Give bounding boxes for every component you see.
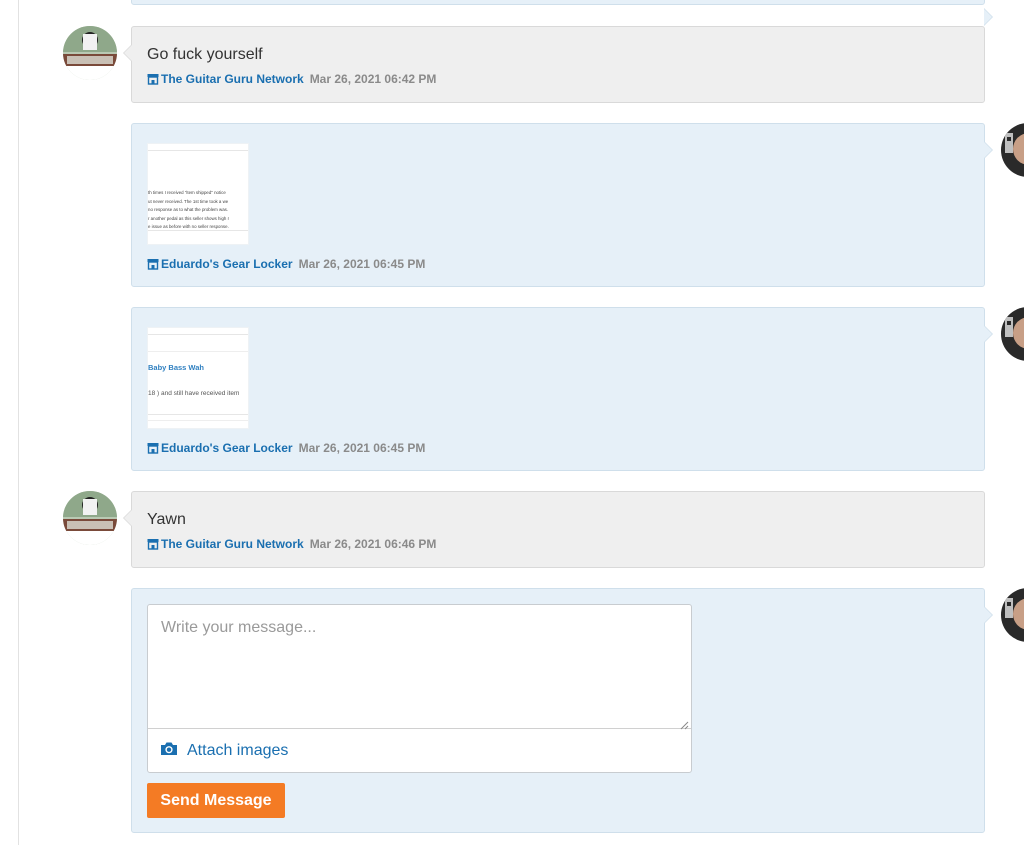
message-bubble-sent: Baby Bass Wah 18 ) and still have receiv… <box>131 307 993 471</box>
sender-link[interactable]: Eduardo's Gear Locker <box>161 257 293 271</box>
message-timestamp: Mar 26, 2021 06:45 PM <box>298 257 426 271</box>
message-text: Yawn <box>147 511 186 528</box>
message-bubble-received: Yawn The Guitar Guru Network Mar 26, 2021… <box>123 491 985 568</box>
message-meta: Eduardo's Gear Locker Mar 26, 2021 06:45 … <box>147 441 425 457</box>
message-text: Go fuck yourself <box>147 46 263 63</box>
seller-avatar[interactable] <box>63 491 117 545</box>
store-icon <box>147 258 159 273</box>
message-bubble-received: Go fuck yourself The Guitar Guru Network… <box>123 26 985 103</box>
sender-link[interactable]: The Guitar Guru Network <box>161 537 304 551</box>
send-message-button[interactable]: Send Message <box>147 783 285 818</box>
attachment-line: no response as to what the problem was. <box>148 207 229 213</box>
attachment-title: Baby Bass Wah <box>148 363 204 372</box>
message-timestamp: Mar 26, 2021 06:42 PM <box>309 72 437 86</box>
message-meta: The Guitar Guru Network Mar 26, 2021 06:4… <box>147 72 436 88</box>
user-avatar[interactable] <box>1001 123 1024 177</box>
attachment-line: e issue as before with no seller respons… <box>148 224 229 230</box>
message-timestamp: Mar 26, 2021 06:46 PM <box>309 537 437 551</box>
attachment-line: ut never received. The 1st time took a w… <box>148 198 229 204</box>
previous-message-bubble <box>131 0 993 26</box>
message-bubble-sent: th times I received "item shipped" notic… <box>131 123 993 287</box>
store-icon <box>147 73 159 88</box>
message-input[interactable] <box>148 605 691 729</box>
attachment-body: 18 ) and still have received item <box>148 390 240 397</box>
message-timestamp: Mar 26, 2021 06:45 PM <box>298 441 426 455</box>
attach-images-label: Attach images <box>187 742 289 759</box>
message-meta: The Guitar Guru Network Mar 26, 2021 06:4… <box>147 537 436 553</box>
store-icon <box>147 538 159 553</box>
camera-icon <box>160 741 178 761</box>
attachment-thumbnail[interactable]: Baby Bass Wah 18 ) and still have receiv… <box>147 327 249 429</box>
seller-avatar[interactable] <box>63 26 117 80</box>
sender-link[interactable]: The Guitar Guru Network <box>161 72 304 86</box>
compose-panel: Attach images Send Message <box>131 588 993 833</box>
message-meta: Eduardo's Gear Locker Mar 26, 2021 06:45 … <box>147 257 425 273</box>
user-avatar[interactable] <box>1001 307 1024 361</box>
user-avatar[interactable] <box>1001 588 1024 642</box>
resize-handle-icon[interactable] <box>679 717 689 730</box>
thread-left-border <box>18 0 19 845</box>
sender-link[interactable]: Eduardo's Gear Locker <box>161 441 293 455</box>
attachment-line: r another pedal as this seller shows hig… <box>148 215 230 221</box>
store-icon <box>147 442 159 457</box>
attach-images-button[interactable]: Attach images <box>160 741 288 761</box>
attachment-thumbnail[interactable]: th times I received "item shipped" notic… <box>147 143 249 245</box>
compose-box: Attach images <box>147 604 692 773</box>
attachment-line: th times I received "item shipped" notic… <box>148 190 226 195</box>
